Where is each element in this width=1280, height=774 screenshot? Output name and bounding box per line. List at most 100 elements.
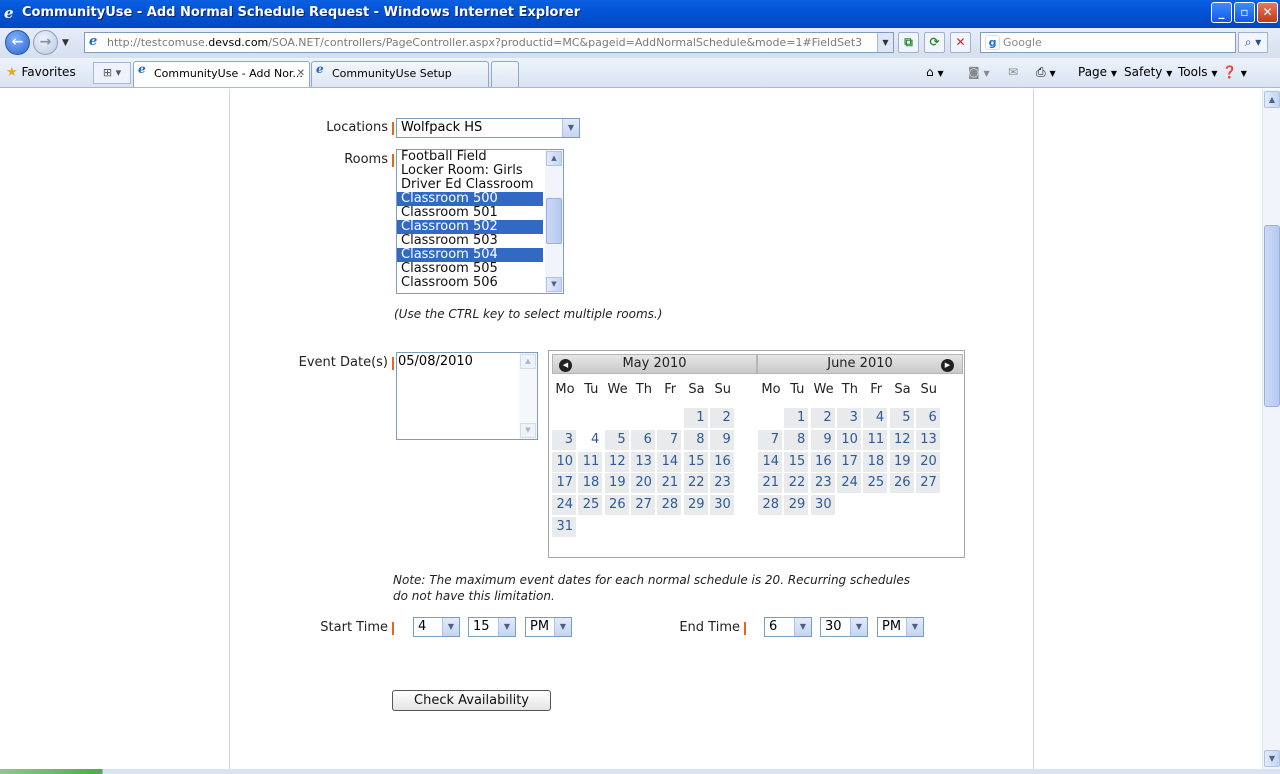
calendar-day[interactable]: 8 [784,429,809,450]
address-bar[interactable]: e http://testcomuse.devsd.com/SOA.NET/co… [84,32,894,53]
rooms-scrollbar[interactable]: ▲ ▼ [545,150,563,293]
back-button[interactable]: ← [5,30,30,55]
event-dates-textarea[interactable]: 05/08/2010 ▲ ▼ [396,352,538,440]
calendar-day[interactable]: 7 [758,429,782,450]
calendar-day[interactable]: 9 [810,429,835,450]
quick-tabs-button[interactable]: ⊞ ▾ [93,62,131,84]
tab-add-normal-schedule[interactable]: e CommunityUse - Add Nor... ✕ [133,61,310,87]
calendar-day[interactable]: 20 [915,451,940,472]
calendar-day[interactable]: 1 [784,408,809,428]
calendar-day[interactable]: 12 [604,451,629,472]
calendar-day[interactable]: 21 [758,473,782,494]
scroll-down-icon[interactable]: ▼ [1264,750,1280,767]
calendar-day[interactable]: 21 [657,473,682,494]
calendar-day[interactable]: 27 [630,495,655,516]
calendar-day[interactable]: 9 [709,429,734,450]
maximize-button[interactable]: ▫ [1234,2,1255,23]
end-ampm-select[interactable]: PM ▼ [877,617,924,637]
room-option[interactable]: Classroom 506 [397,276,543,290]
calendar-day[interactable]: 18 [863,451,888,472]
calendar-day[interactable]: 8 [683,429,708,450]
check-availability-button[interactable]: Check Availability [392,690,551,711]
calendar-day[interactable]: 1 [683,408,708,428]
calendar-day[interactable]: 25 [578,495,603,516]
calendar-day[interactable]: 27 [915,473,940,494]
calendar-day[interactable]: 29 [784,495,809,516]
rooms-listbox[interactable]: Football Field Locker Room: Girls Driver E… [396,149,564,294]
start-hour-select[interactable]: 4 ▼ [413,617,460,637]
calendar-day[interactable]: 3 [836,408,861,428]
previous-month-icon[interactable]: ◀ [559,359,572,372]
room-option[interactable]: Driver Ed Classroom [397,178,543,192]
calendar-day[interactable]: 24 [836,473,861,494]
end-hour-select[interactable]: 6 ▼ [764,617,812,637]
minimize-button[interactable]: _ [1211,2,1232,23]
calendar-day[interactable]: 26 [604,495,629,516]
calendar-day[interactable]: 17 [552,473,576,494]
start-minute-select[interactable]: 15 ▼ [468,617,516,637]
scroll-up-icon[interactable]: ▲ [520,354,536,369]
address-dropdown-icon[interactable]: ▼ [877,33,893,52]
read-mail-button[interactable]: ✉ [1008,65,1018,79]
room-option[interactable]: Locker Room: Girls [397,164,543,178]
scroll-up-icon[interactable]: ▲ [1264,91,1280,108]
calendar-day[interactable]: 5 [889,408,914,428]
calendar-day[interactable]: 17 [836,451,861,472]
calendar-day[interactable]: 25 [863,473,888,494]
room-option[interactable]: Classroom 504 [397,248,543,262]
calendar-day[interactable]: 10 [836,429,861,450]
calendar-day[interactable]: 15 [784,451,809,472]
calendar-day[interactable]: 6 [630,429,655,450]
refresh-button[interactable]: ⟳ [924,32,945,53]
calendar-day[interactable]: 10 [552,451,576,472]
calendar-day[interactable]: 5 [604,429,629,450]
room-option[interactable]: Classroom 505 [397,262,543,276]
close-tab-icon[interactable]: ✕ [297,62,305,86]
calendar-day[interactable]: 28 [758,495,782,516]
calendar-day[interactable]: 7 [657,429,682,450]
safety-menu[interactable]: Safety ▼ [1124,65,1172,79]
tools-menu[interactable]: Tools ▼ [1178,65,1218,79]
calendar-day[interactable]: 24 [552,495,576,516]
calendar-day[interactable]: 23 [810,473,835,494]
help-menu[interactable]: ❓ ▼ [1222,65,1247,79]
new-tab-button[interactable] [491,61,519,87]
scroll-thumb[interactable] [1264,225,1280,407]
scroll-down-icon[interactable]: ▼ [520,423,536,438]
print-button[interactable]: ⎙ ▼ [1036,65,1056,80]
dates-scrollbar[interactable]: ▲ ▼ [519,353,537,439]
calendar-day[interactable]: 2 [810,408,835,428]
calendar-day[interactable]: 13 [915,429,940,450]
room-option[interactable]: Football Field [397,150,543,164]
calendar-day[interactable]: 14 [758,451,782,472]
calendar-day[interactable]: 30 [709,495,734,516]
calendar-day[interactable]: 13 [630,451,655,472]
calendar-day[interactable]: 3 [552,429,576,450]
calendar-day[interactable]: 19 [889,451,914,472]
calendar-day[interactable]: 4 [578,429,603,450]
stop-button[interactable]: ✕ [950,32,971,53]
calendar-day[interactable]: 16 [810,451,835,472]
search-input[interactable]: g Google [980,32,1236,53]
search-button[interactable]: ⌕ ▾ [1238,32,1268,53]
calendar-day[interactable]: 28 [657,495,682,516]
next-month-icon[interactable]: ▶ [941,359,954,372]
scroll-down-icon[interactable]: ▼ [546,277,562,292]
favorites-button[interactable]: ★ Favorites [6,65,76,80]
calendar-day[interactable]: 6 [915,408,940,428]
page-menu[interactable]: Page ▼ [1078,65,1117,79]
tab-communityuse-setup[interactable]: e CommunityUse Setup [311,61,489,87]
scroll-thumb[interactable] [546,198,562,244]
calendar-day[interactable]: 2 [709,408,734,428]
compatibility-view-button[interactable]: ⧉ [898,32,919,53]
room-option[interactable]: Classroom 502 [397,220,543,234]
calendar-day[interactable]: 11 [578,451,603,472]
forward-button[interactable]: → [33,30,58,55]
feeds-button[interactable]: ◙ ▼ [968,65,990,79]
calendar-day[interactable]: 30 [810,495,835,516]
room-option[interactable]: Classroom 503 [397,234,543,248]
calendar-day[interactable]: 19 [604,473,629,494]
calendar-day[interactable]: 4 [863,408,888,428]
calendar-day[interactable]: 20 [630,473,655,494]
history-dropdown-icon[interactable]: ▼ [62,38,69,48]
